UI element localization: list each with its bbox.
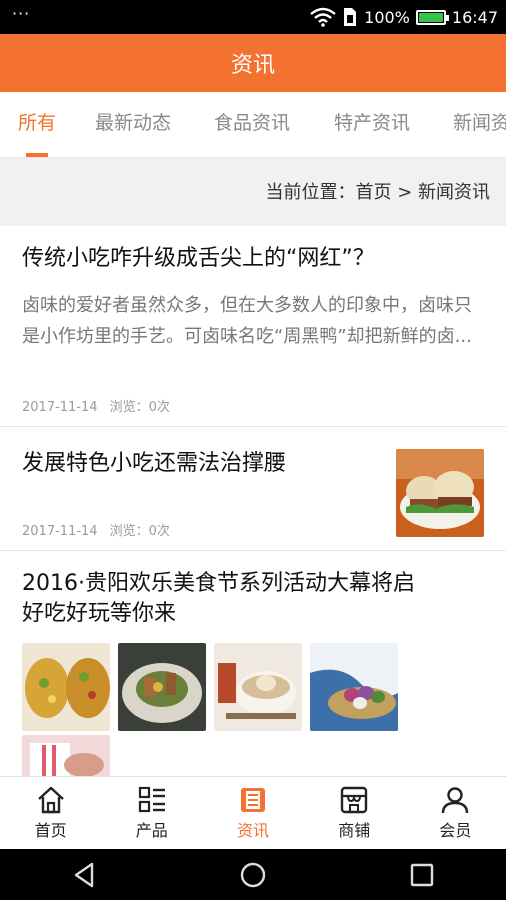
article-list: 传统小吃咋升级成舌尖上的“网红”？ 卤味的爱好者虽然众多，但在大多数人的印象中，… — [0, 226, 506, 776]
article-views: 浏览：0次 — [109, 400, 170, 415]
nav-label: 资讯 — [237, 821, 270, 840]
nav-member[interactable]: 会员 — [405, 777, 506, 849]
tab-latest-news[interactable]: 最新动态 — [95, 92, 172, 157]
article-thumbnail-burger — [396, 449, 484, 537]
app-header: 资讯 — [0, 34, 506, 92]
nav-label: 首页 — [34, 821, 67, 840]
tab-food-news[interactable]: 食品资讯 — [214, 92, 291, 157]
article-meta: 2017-11-14 浏览：0次 — [22, 520, 170, 539]
back-icon[interactable] — [70, 861, 98, 889]
tab-label: 所有 — [18, 112, 57, 134]
tab-all[interactable]: 所有 — [18, 92, 57, 157]
tab-label: 最新动态 — [95, 112, 172, 134]
breadcrumb: 当前位置：首页 > 新闻资讯 — [0, 158, 506, 226]
article-item[interactable]: 传统小吃咋升级成舌尖上的“网红”？ 卤味的爱好者虽然众多，但在大多数人的印象中，… — [0, 226, 506, 427]
tab-label: 特产资讯 — [334, 112, 411, 134]
article-image-pineapple-rice — [22, 643, 110, 731]
nav-label: 会员 — [439, 821, 472, 840]
wifi-icon — [310, 7, 336, 27]
clock: 16:47 — [451, 7, 498, 27]
nav-products[interactable]: 产品 — [101, 777, 202, 849]
tab-specialty-news[interactable]: 特产资讯 — [334, 92, 411, 157]
news-icon — [241, 788, 265, 812]
article-image-soup-bowl — [214, 643, 302, 731]
article-title-line-2: 好吃好玩等你来 — [22, 601, 177, 626]
battery-percent: 100% — [364, 7, 410, 27]
tab-label: 食品资讯 — [214, 112, 291, 134]
battery-fill — [418, 12, 443, 22]
page-title: 资讯 — [230, 53, 275, 78]
article-summary: 卤味的爱好者虽然众多，但在大多数人的印象中，卤味只是小作坊里的手艺。可卤味名吃“… — [22, 295, 472, 347]
breadcrumb-text: 当前位置：首页 > 新闻资讯 — [265, 182, 490, 203]
article-title-line-1: 2016·贵阳欢乐美食节系列活动大幕将启 — [22, 571, 415, 596]
menu-dots-icon: ··· — [12, 4, 31, 23]
store-icon — [341, 786, 368, 814]
home-icon — [37, 786, 64, 814]
article-item[interactable]: 发展特色小吃还需法治撑腰 2017-11-14 浏览：0次 — [0, 427, 506, 551]
tab-general-news[interactable]: 新闻资讯 — [453, 92, 506, 157]
recents-icon[interactable] — [408, 861, 436, 889]
article-date: 2017-11-14 — [22, 524, 98, 539]
nav-store[interactable]: 商铺 — [304, 777, 405, 849]
article-image-cooking-hands — [22, 735, 110, 776]
bottom-nav: 首页 产品 资讯 商铺 会员 — [0, 776, 506, 849]
article-date: 2017-11-14 — [22, 400, 98, 415]
nav-label: 商铺 — [338, 821, 371, 840]
article-image-dumplings-basket — [310, 643, 398, 731]
user-icon — [442, 787, 469, 814]
article-meta: 2017-11-14 浏览：0次 — [22, 396, 170, 415]
status-bar: ··· 100% 16:47 — [0, 0, 506, 34]
article-views: 浏览：0次 — [109, 524, 170, 539]
tab-label: 新闻资讯 — [453, 112, 506, 134]
category-tabs: 所有 最新动态 食品资讯 特产资讯 新闻资讯 — [0, 92, 506, 158]
article-title: 传统小吃咋升级成舌尖上的“网红”？ — [22, 246, 375, 271]
nav-home[interactable]: 首页 — [0, 777, 101, 849]
article-title: 发展特色小吃还需法治撑腰 — [22, 451, 287, 476]
nav-news[interactable]: 资讯 — [202, 777, 303, 849]
article-image-salad-plate — [118, 643, 206, 731]
list-grid-icon — [138, 786, 165, 813]
sim-card-icon — [344, 8, 357, 26]
battery-icon — [415, 9, 449, 25]
article-title: 2016·贵阳欢乐美食节系列活动大幕将启 好吃好玩等你来 — [22, 569, 415, 629]
home-circle-icon[interactable] — [239, 861, 267, 889]
nav-label: 产品 — [135, 821, 168, 840]
article-item[interactable]: 2016·贵阳欢乐美食节系列活动大幕将启 好吃好玩等你来 — [0, 551, 506, 776]
system-nav-bar — [0, 849, 506, 900]
